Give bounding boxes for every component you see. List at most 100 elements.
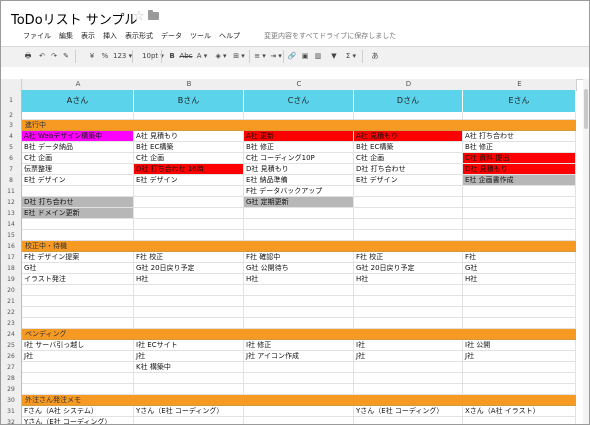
star-icon[interactable]: ☆	[133, 9, 145, 24]
document-title[interactable]: ToDoリスト サンプル	[11, 9, 137, 28]
task-cell[interactable]	[134, 230, 244, 241]
task-cell[interactable]: E社 デザイン	[354, 175, 463, 186]
task-cell[interactable]	[463, 417, 576, 424]
task-cell[interactable]: C社 企画	[134, 153, 244, 164]
task-cell[interactable]	[463, 230, 576, 241]
menu-insert[interactable]: 挿入	[103, 31, 117, 43]
task-cell[interactable]: E社 デザイン	[22, 175, 134, 186]
link-icon[interactable]: 🔗	[287, 50, 297, 63]
task-cell[interactable]	[244, 362, 354, 373]
task-cell[interactable]	[463, 285, 576, 296]
task-cell[interactable]: D社 見積もり	[463, 164, 576, 175]
task-cell[interactable]: B社 修正	[244, 142, 354, 153]
task-cell[interactable]: Fさん（A社 システム）	[22, 406, 134, 417]
task-cell[interactable]: G社 定期更新	[244, 197, 354, 208]
task-cell[interactable]: A社 Webデザイン構築中	[22, 131, 134, 142]
task-cell[interactable]	[22, 186, 134, 197]
task-cell[interactable]	[22, 307, 134, 318]
task-cell[interactable]	[354, 230, 463, 241]
task-cell[interactable]: I社 サーバ引っ越し	[22, 340, 134, 351]
task-cell[interactable]	[134, 219, 244, 230]
paint-format-icon[interactable]: ✎	[61, 50, 71, 63]
task-cell[interactable]	[134, 285, 244, 296]
task-cell[interactable]	[354, 417, 463, 424]
task-cell[interactable]	[463, 307, 576, 318]
task-cell[interactable]: D社 打ち合わせ	[354, 164, 463, 175]
task-cell[interactable]: C社 コーディング10P	[244, 153, 354, 164]
task-cell[interactable]: H社	[463, 274, 576, 285]
task-cell[interactable]	[463, 197, 576, 208]
task-cell[interactable]	[463, 186, 576, 197]
menu-data[interactable]: データ	[161, 31, 182, 43]
print-icon[interactable]: 🖶	[23, 50, 33, 63]
task-cell[interactable]	[354, 318, 463, 329]
task-cell[interactable]: J社	[463, 351, 576, 362]
task-cell[interactable]: G社 20日戻り予定	[354, 263, 463, 274]
assignee-header-cell[interactable]: Aさん	[22, 90, 134, 112]
task-cell[interactable]	[134, 384, 244, 395]
task-cell[interactable]	[134, 318, 244, 329]
text-color-icon[interactable]: A ▾	[194, 50, 210, 63]
task-cell[interactable]	[463, 112, 576, 120]
fill-color-icon[interactable]: ◈ ▾	[213, 50, 229, 63]
task-cell[interactable]: I社 公開	[463, 340, 576, 351]
task-cell[interactable]	[134, 112, 244, 120]
section-band[interactable]: ペンディング	[22, 329, 576, 340]
task-cell[interactable]: E社 納品準備	[244, 175, 354, 186]
task-cell[interactable]: A社 見積もり	[134, 131, 244, 142]
task-cell[interactable]	[354, 307, 463, 318]
assignee-header-cell[interactable]: Eさん	[463, 90, 576, 112]
task-cell[interactable]: F社 校正	[134, 252, 244, 263]
strikethrough-icon[interactable]: Abc	[179, 50, 193, 63]
section-band[interactable]: 進行中	[22, 120, 576, 131]
borders-icon[interactable]: ⊞ ▾	[231, 50, 247, 63]
task-cell[interactable]: H社	[354, 274, 463, 285]
menu-tools[interactable]: ツール	[190, 31, 211, 43]
undo-icon[interactable]: ↶	[37, 50, 47, 63]
task-cell[interactable]	[244, 208, 354, 219]
task-cell[interactable]	[244, 230, 354, 241]
task-cell[interactable]	[134, 417, 244, 424]
section-band[interactable]: 校正中・待機	[22, 241, 576, 252]
task-cell[interactable]	[244, 285, 354, 296]
task-cell[interactable]: B社 EC構築	[134, 142, 244, 153]
task-cell[interactable]: I社 修正	[244, 340, 354, 351]
task-cell[interactable]: H社	[134, 274, 244, 285]
task-cell[interactable]	[354, 296, 463, 307]
task-cell[interactable]	[22, 373, 134, 384]
task-cell[interactable]	[463, 219, 576, 230]
task-cell[interactable]: B社 修正	[463, 142, 576, 153]
vertical-scrollbar[interactable]	[583, 79, 589, 424]
task-cell[interactable]: D社 見積もり	[244, 164, 354, 175]
redo-icon[interactable]: ↷	[49, 50, 59, 63]
task-cell[interactable]: Xさん（A社 イラスト）	[463, 406, 576, 417]
task-cell[interactable]	[354, 362, 463, 373]
task-cell[interactable]	[22, 230, 134, 241]
section-band[interactable]: 外注さん発注メモ	[22, 395, 576, 406]
task-cell[interactable]	[354, 373, 463, 384]
task-cell[interactable]: I社 ECサイト	[134, 340, 244, 351]
input-tools-icon[interactable]: あ	[369, 50, 381, 63]
task-cell[interactable]	[463, 318, 576, 329]
task-cell[interactable]	[244, 373, 354, 384]
task-cell[interactable]	[22, 285, 134, 296]
task-cell[interactable]: F社 デザイン提案	[22, 252, 134, 263]
row-header[interactable]: 1	[1, 90, 22, 113]
task-cell[interactable]: F社 確認中	[244, 252, 354, 263]
bold-icon[interactable]: B	[167, 50, 177, 63]
task-cell[interactable]: Yさん（E社 コーディング）	[354, 406, 463, 417]
task-cell[interactable]: G社 20日戻り予定	[134, 263, 244, 274]
task-cell[interactable]: J社	[354, 351, 463, 362]
menu-help[interactable]: ヘルプ	[219, 31, 240, 43]
task-cell[interactable]	[244, 384, 354, 395]
task-cell[interactable]: G社	[463, 263, 576, 274]
menu-view[interactable]: 表示	[81, 31, 95, 43]
task-cell[interactable]	[134, 296, 244, 307]
task-cell[interactable]	[22, 384, 134, 395]
scroll-thumb[interactable]	[584, 89, 588, 129]
task-cell[interactable]	[244, 296, 354, 307]
task-cell[interactable]: C社 企画	[354, 153, 463, 164]
task-cell[interactable]	[244, 307, 354, 318]
menu-format[interactable]: 表示形式	[125, 31, 153, 43]
task-cell[interactable]	[354, 112, 463, 120]
